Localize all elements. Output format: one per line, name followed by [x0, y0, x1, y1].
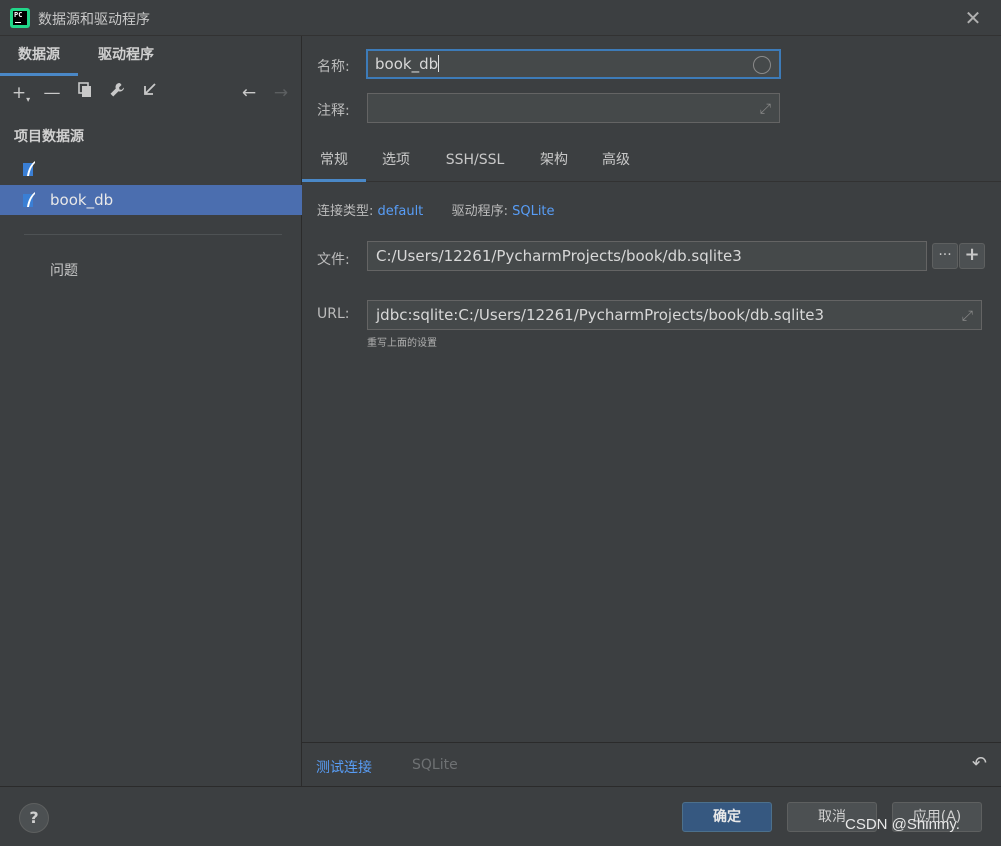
- driver-link[interactable]: SQLite: [512, 204, 554, 219]
- tab-general[interactable]: 常规: [302, 146, 366, 182]
- close-button[interactable]: ✕: [961, 6, 985, 30]
- tab-schemas[interactable]: 架构: [530, 146, 578, 182]
- datasource-label: book_db: [50, 191, 114, 209]
- driver-name-label: SQLite: [412, 757, 458, 773]
- add-file-button[interactable]: +: [959, 243, 985, 269]
- sqlite-feather-icon: [22, 191, 38, 209]
- watermark: CSDN @Shinmy.: [845, 816, 960, 833]
- project-datasources-title: 项目数据源: [14, 129, 84, 145]
- copy-icon[interactable]: [74, 82, 96, 104]
- settings-tabs: 常规 选项 SSH/SSL 架构 高级: [302, 146, 1001, 182]
- comment-label: 注释:: [317, 103, 350, 119]
- bottom-bar: 测试连接 SQLite ↶: [302, 742, 1001, 786]
- expand-icon[interactable]: ⤢: [760, 95, 771, 122]
- forward-arrow-icon[interactable]: →: [270, 82, 292, 104]
- left-toolbar: +▾ — ← →: [0, 76, 302, 112]
- url-input[interactable]: jdbc:sqlite:C:/Users/12261/PycharmProjec…: [367, 300, 982, 330]
- file-input[interactable]: C:/Users/12261/PycharmProjects/book/db.s…: [367, 241, 927, 271]
- revert-icon[interactable]: ↶: [972, 753, 987, 774]
- window-title: 数据源和驱动程序: [38, 12, 150, 28]
- datasource-item[interactable]: [0, 154, 302, 184]
- url-input-value: jdbc:sqlite:C:/Users/12261/PycharmProjec…: [376, 306, 825, 324]
- tab-ssh-ssl[interactable]: SSH/SSL: [436, 146, 514, 182]
- url-label: URL:: [317, 306, 350, 322]
- name-input[interactable]: book_db: [366, 49, 781, 79]
- sqlite-feather-icon: [22, 160, 38, 178]
- tab-options[interactable]: 选项: [372, 146, 420, 182]
- title-bar: PC 数据源和驱动程序 ✕: [0, 0, 1001, 36]
- problems-item[interactable]: 问题: [50, 260, 78, 280]
- divider: [24, 234, 282, 235]
- connection-type-link[interactable]: default: [378, 204, 424, 219]
- tab-datasources[interactable]: 数据源: [0, 36, 78, 76]
- tab-drivers[interactable]: 驱动程序: [82, 36, 170, 76]
- test-connection-link[interactable]: 测试连接: [316, 757, 372, 777]
- expand-icon[interactable]: ⤢: [962, 302, 973, 329]
- ok-button[interactable]: 确定: [682, 802, 772, 832]
- help-button[interactable]: ?: [19, 803, 49, 833]
- move-down-left-icon[interactable]: [138, 82, 160, 104]
- url-hint: 重写上面的设置: [367, 338, 437, 349]
- connection-info-row: 连接类型: default 驱动程序: SQLite: [317, 200, 555, 219]
- datasource-item-selected[interactable]: book_db: [0, 185, 302, 215]
- color-circle-icon[interactable]: [753, 56, 771, 74]
- wrench-icon[interactable]: [106, 82, 128, 104]
- right-panel: 名称: book_db 注释: ⤢ 常规 选项 SSH/SSL 架构 高级 连接…: [302, 36, 1001, 786]
- add-icon[interactable]: +▾: [10, 82, 32, 104]
- remove-icon[interactable]: —: [41, 82, 63, 104]
- file-label: 文件:: [317, 252, 350, 268]
- name-input-value: book_db: [375, 55, 439, 73]
- dialog-footer: ? 确定 取消 应用(A) CSDN @Shinmy.: [0, 786, 1001, 846]
- left-tabs: 数据源 驱动程序: [0, 36, 302, 76]
- back-arrow-icon[interactable]: ←: [238, 82, 260, 104]
- driver-label: 驱动程序:: [451, 204, 508, 219]
- browse-button[interactable]: ···: [932, 243, 958, 269]
- connection-type-label: 连接类型:: [317, 204, 374, 219]
- tab-advanced[interactable]: 高级: [592, 146, 640, 182]
- pycharm-logo-icon: PC: [10, 8, 30, 28]
- comment-input[interactable]: ⤢: [367, 93, 780, 123]
- left-panel: 数据源 驱动程序 +▾ — ← → 项目数据源 book_db 问题: [0, 36, 302, 786]
- file-input-value: C:/Users/12261/PycharmProjects/book/db.s…: [376, 247, 742, 265]
- name-label: 名称:: [317, 59, 350, 75]
